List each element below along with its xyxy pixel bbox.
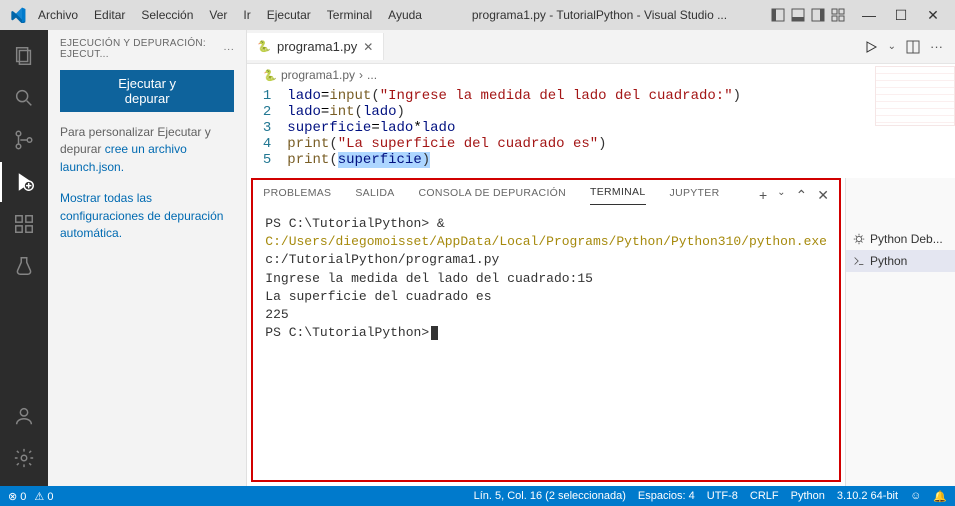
tab-problemas[interactable]: PROBLEMAS bbox=[263, 187, 331, 205]
toggle-panel-bottom-icon[interactable] bbox=[789, 6, 807, 24]
terminal-list: Python Deb... Python bbox=[845, 178, 955, 486]
python-file-icon: 🐍 bbox=[263, 69, 277, 82]
tab-salida[interactable]: SALIDA bbox=[355, 187, 394, 205]
window-controls: — ☐ ✕ bbox=[855, 5, 947, 25]
breadcrumb[interactable]: 🐍 programa1.py › ... bbox=[247, 64, 955, 86]
minimize-icon[interactable]: — bbox=[855, 5, 883, 25]
menu-ejecutar[interactable]: Ejecutar bbox=[259, 4, 319, 26]
tab-programa1[interactable]: 🐍 programa1.py ✕ bbox=[247, 33, 384, 60]
titlebar: Archivo Editar Selección Ver Ir Ejecutar… bbox=[0, 0, 955, 30]
terminal-python-debug[interactable]: Python Deb... bbox=[846, 228, 955, 250]
toggle-panel-right-icon[interactable] bbox=[809, 6, 827, 24]
run-debug-sidebar: EJECUCIÓN Y DEPURACIÓN: EJECUT... ··· Ej… bbox=[48, 30, 247, 486]
terminal-body[interactable]: PS C:\TutorialPython> & C:/Users/diegomo… bbox=[253, 205, 839, 480]
toggle-panel-left-icon[interactable] bbox=[769, 6, 787, 24]
search-icon[interactable] bbox=[0, 78, 48, 118]
account-icon[interactable] bbox=[0, 396, 48, 436]
status-spaces[interactable]: Espacios: 4 bbox=[638, 490, 695, 502]
run-and-debug-button[interactable]: Ejecutar y depurar bbox=[60, 70, 234, 112]
more-actions-icon[interactable]: ··· bbox=[930, 39, 943, 54]
more-icon[interactable]: ··· bbox=[223, 44, 234, 55]
bottom-panel: PROBLEMAS SALIDA CONSOLA DE DEPURACIÓN T… bbox=[251, 178, 841, 482]
testing-icon[interactable] bbox=[0, 246, 48, 286]
close-icon[interactable]: ✕ bbox=[919, 5, 947, 25]
tab-close-icon[interactable]: ✕ bbox=[363, 40, 373, 54]
window-title: programa1.py - TutorialPython - Visual S… bbox=[432, 8, 767, 22]
terminal-cursor bbox=[431, 326, 438, 340]
terminal-dropdown-icon[interactable]: ⌄ bbox=[777, 187, 785, 204]
run-debug-icon[interactable] bbox=[0, 162, 48, 202]
tab-consola[interactable]: CONSOLA DE DEPURACIÓN bbox=[419, 187, 567, 205]
panel-tabs: PROBLEMAS SALIDA CONSOLA DE DEPURACIÓN T… bbox=[253, 180, 839, 205]
line-number: 2 bbox=[247, 104, 287, 120]
tab-bar: 🐍 programa1.py ✕ ⌄ ··· bbox=[247, 30, 955, 64]
status-warnings[interactable]: ⚠ 0 bbox=[34, 490, 53, 503]
terminal-python[interactable]: Python bbox=[846, 250, 955, 272]
menu-editar[interactable]: Editar bbox=[86, 4, 133, 26]
close-panel-icon[interactable]: ✕ bbox=[817, 187, 829, 204]
customize-layout-icon[interactable] bbox=[829, 6, 847, 24]
breadcrumb-sep: › bbox=[359, 68, 363, 82]
menu-terminal[interactable]: Terminal bbox=[319, 4, 380, 26]
activity-bar bbox=[0, 30, 48, 486]
menu-ayuda[interactable]: Ayuda bbox=[380, 4, 430, 26]
source-control-icon[interactable] bbox=[0, 120, 48, 160]
python-file-icon: 🐍 bbox=[257, 40, 271, 53]
maximize-icon[interactable]: ☐ bbox=[887, 5, 915, 25]
code-editor[interactable]: 1lado=input("Ingrese la medida del lado … bbox=[247, 86, 955, 178]
status-feedback-icon[interactable]: ☺ bbox=[910, 490, 921, 502]
menu-seleccion[interactable]: Selección bbox=[133, 4, 201, 26]
status-bell-icon[interactable]: 🔔 bbox=[933, 490, 947, 503]
tab-label: programa1.py bbox=[277, 39, 357, 54]
show-all-configs-link[interactable]: Mostrar todas las configuraciones de dep… bbox=[60, 191, 223, 240]
split-editor-icon[interactable] bbox=[906, 40, 920, 54]
explorer-icon[interactable] bbox=[0, 36, 48, 76]
extensions-icon[interactable] bbox=[0, 204, 48, 244]
new-terminal-icon[interactable]: + bbox=[759, 187, 767, 204]
menu-ver[interactable]: Ver bbox=[201, 4, 235, 26]
status-encoding[interactable]: UTF-8 bbox=[707, 490, 738, 502]
menu-archivo[interactable]: Archivo bbox=[30, 4, 86, 26]
status-python-version[interactable]: 3.10.2 64-bit bbox=[837, 490, 898, 502]
run-file-dropdown-icon[interactable]: ⌄ bbox=[888, 41, 896, 52]
status-eol[interactable]: CRLF bbox=[750, 490, 779, 502]
menu-bar: Archivo Editar Selección Ver Ir Ejecutar… bbox=[30, 4, 430, 26]
maximize-panel-icon[interactable]: ⌃ bbox=[796, 187, 808, 204]
layout-icons bbox=[769, 6, 847, 24]
tab-terminal[interactable]: TERMINAL bbox=[590, 186, 646, 205]
minimap[interactable] bbox=[875, 66, 955, 126]
editor-area: 🐍 programa1.py ✕ ⌄ ··· 🐍 programa1.py › … bbox=[247, 30, 955, 486]
line-number: 1 bbox=[247, 88, 287, 104]
line-number: 5 bbox=[247, 152, 287, 168]
menu-ir[interactable]: Ir bbox=[235, 4, 258, 26]
status-bar: ⊗ 0 ⚠ 0 Lín. 5, Col. 16 (2 seleccionada)… bbox=[0, 486, 955, 506]
vscode-logo-icon bbox=[8, 5, 28, 25]
status-errors[interactable]: ⊗ 0 bbox=[8, 490, 26, 503]
line-number: 4 bbox=[247, 136, 287, 152]
run-file-icon[interactable] bbox=[864, 40, 878, 54]
breadcrumb-more[interactable]: ... bbox=[367, 68, 377, 82]
line-number: 3 bbox=[247, 120, 287, 136]
status-line-col[interactable]: Lín. 5, Col. 16 (2 seleccionada) bbox=[474, 490, 626, 502]
settings-gear-icon[interactable] bbox=[0, 438, 48, 478]
status-language[interactable]: Python bbox=[791, 490, 825, 502]
sidebar-header: EJECUCIÓN Y DEPURACIÓN: EJECUT... bbox=[60, 38, 223, 60]
breadcrumb-file[interactable]: programa1.py bbox=[281, 68, 355, 82]
tab-jupyter[interactable]: JUPYTER bbox=[670, 187, 720, 205]
